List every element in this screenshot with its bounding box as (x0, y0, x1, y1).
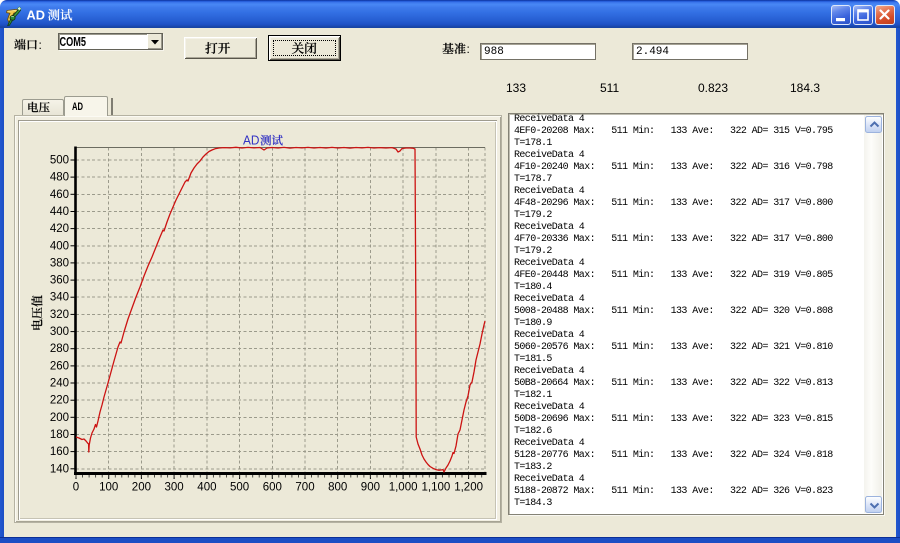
svg-text:160: 160 (50, 446, 69, 458)
svg-text:1,000: 1,000 (389, 482, 418, 494)
svg-text:420: 420 (50, 223, 69, 235)
svg-text:380: 380 (50, 257, 69, 269)
svg-text:340: 340 (50, 292, 69, 304)
svg-text:300: 300 (165, 482, 184, 494)
svg-text:280: 280 (50, 343, 69, 355)
svg-text:COM5: COM5 (60, 34, 87, 49)
svg-text:360: 360 (50, 275, 69, 287)
svg-text:400: 400 (50, 240, 69, 252)
svg-text:900: 900 (361, 482, 380, 494)
svg-text:140: 140 (50, 463, 69, 475)
svg-text:600: 600 (263, 482, 282, 494)
svg-text:AD: AD (27, 8, 46, 23)
svg-text:480: 480 (50, 172, 69, 184)
svg-text:200: 200 (132, 482, 151, 494)
svg-text:100: 100 (99, 482, 118, 494)
svg-text:1,100: 1,100 (422, 482, 451, 494)
svg-text:800: 800 (328, 482, 347, 494)
svg-text:460: 460 (50, 189, 69, 201)
svg-text:400: 400 (197, 482, 216, 494)
svg-text:AD: AD (243, 134, 260, 148)
svg-text:260: 260 (50, 360, 69, 372)
svg-text:440: 440 (50, 206, 69, 218)
svg-text:200: 200 (50, 412, 69, 424)
svg-text:1,200: 1,200 (454, 482, 483, 494)
svg-text:300: 300 (50, 326, 69, 338)
svg-text:0: 0 (73, 482, 79, 494)
svg-text:700: 700 (295, 482, 314, 494)
svg-text:500: 500 (50, 155, 69, 167)
svg-text:240: 240 (50, 378, 69, 390)
svg-text:320: 320 (50, 309, 69, 321)
svg-text:180: 180 (50, 429, 69, 441)
svg-text:AD: AD (72, 101, 83, 113)
svg-text:500: 500 (230, 482, 249, 494)
svg-text:220: 220 (50, 395, 69, 407)
